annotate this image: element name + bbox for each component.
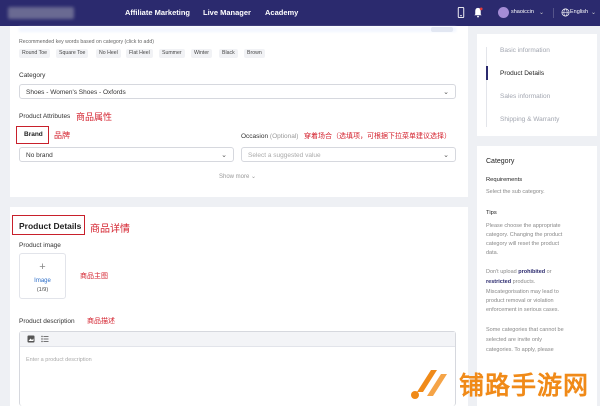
- tips-label: Tips: [486, 210, 497, 216]
- chevron-down-icon: ⌄: [443, 152, 449, 159]
- upload-label: Image: [34, 278, 51, 284]
- requirements-label: Requirements: [486, 177, 523, 183]
- keyword-chip[interactable]: Black: [219, 49, 238, 58]
- blurred-logo: [8, 7, 74, 19]
- product-description-label: Product description: [19, 318, 75, 325]
- tip-line: Miscategorisation may lead to: [486, 289, 559, 295]
- keyword-chip[interactable]: Summer: [159, 49, 185, 58]
- annotation-brand: 品牌: [54, 131, 70, 140]
- cropped-input-edge: [19, 27, 456, 32]
- language-selector[interactable]: English: [570, 9, 588, 15]
- list-icon[interactable]: [41, 335, 49, 343]
- top-navigation-bar: Affiliate Marketing Live Manager Academy…: [0, 0, 600, 26]
- user-avatar[interactable]: [498, 7, 509, 18]
- category-select[interactable]: Shoes - Women's Shoes - Oxfords ⌄: [19, 84, 456, 99]
- category-value: Shoes - Women's Shoes - Oxfords: [26, 89, 126, 96]
- keyword-chip[interactable]: Brown: [244, 49, 265, 58]
- image-upload-slot[interactable]: + Image (1/9): [19, 253, 66, 299]
- product-attributes-label: Product Attributes: [19, 113, 71, 120]
- annotation-product-details: 商品详情: [90, 224, 130, 235]
- tip-line: selected are invite only: [486, 337, 542, 343]
- watermark-text: 铺路手游网: [459, 372, 590, 400]
- keyword-chip[interactable]: Flat Heel: [126, 49, 153, 58]
- description-placeholder: Enter a product description: [26, 357, 92, 363]
- requirements-text: Select the sub category.: [486, 189, 545, 195]
- tip-line: enforcement in serious cases.: [486, 307, 560, 313]
- tip-line: Some categories that cannot be: [486, 327, 564, 333]
- keywords-hint: Recommended key words based on category …: [19, 39, 154, 45]
- chevron-down-icon[interactable]: ⌄: [539, 9, 544, 16]
- tip-line: category. Changing the product: [486, 232, 563, 238]
- annotation-occasion: 穿着场合（选填项，可根据下拉菜单建议选择）: [304, 133, 451, 140]
- tip-line: categories. To apply, please: [486, 347, 554, 353]
- upload-count: (1/9): [36, 287, 49, 293]
- bell-icon[interactable]: [473, 7, 483, 18]
- phone-icon[interactable]: [456, 7, 466, 18]
- cropped-tag: [431, 27, 453, 32]
- side-nav-shipping-warranty[interactable]: Shipping & Warranty: [500, 116, 559, 123]
- nav-live-manager[interactable]: Live Manager: [203, 8, 251, 17]
- annotation-main-image: 商品主图: [80, 273, 108, 280]
- chevron-down-icon[interactable]: ⌄: [591, 9, 596, 16]
- brand-label: Brand: [24, 131, 43, 138]
- side-nav-sales-information[interactable]: Sales information: [500, 93, 550, 100]
- nav-active-indicator: [486, 66, 488, 80]
- tip-line: restricted products.: [486, 279, 536, 285]
- plus-icon: +: [39, 261, 46, 273]
- annotation-description: 商品描述: [87, 318, 115, 325]
- tips-panel-title: Category: [486, 158, 515, 165]
- section-title: Product Details: [19, 221, 82, 231]
- show-more-link[interactable]: Show more ⌄: [219, 173, 256, 180]
- tip-line: data.: [486, 250, 499, 256]
- annotation-product-attributes: 商品属性: [76, 112, 113, 122]
- keyword-chip[interactable]: No Heel: [96, 49, 121, 58]
- keyword-chip[interactable]: Winter: [191, 49, 212, 58]
- editor-toolbar: [20, 332, 455, 347]
- restricted-link[interactable]: restricted: [486, 279, 511, 285]
- tip-line: product removal or violation: [486, 298, 554, 304]
- prohibited-link[interactable]: prohibited: [518, 269, 545, 275]
- occasion-select[interactable]: Select a suggested value ⌄: [241, 147, 456, 162]
- chevron-down-icon: ⌄: [443, 89, 449, 96]
- occasion-label: Occasion (Optional): [241, 133, 299, 140]
- brand-select[interactable]: No brand ⌄: [19, 147, 234, 162]
- category-label: Category: [19, 72, 46, 79]
- keyword-chip[interactable]: Square Toe: [56, 49, 89, 58]
- image-icon[interactable]: [27, 335, 35, 343]
- occasion-placeholder: Select a suggested value: [248, 152, 321, 159]
- side-nav-product-details[interactable]: Product Details: [500, 70, 544, 77]
- chevron-down-icon: ⌄: [221, 152, 227, 159]
- nav-academy[interactable]: Academy: [265, 8, 298, 17]
- brand-value: No brand: [26, 152, 53, 159]
- side-nav-basic-information[interactable]: Basic information: [500, 47, 550, 54]
- nav-track: [486, 47, 487, 127]
- watermark-logo: [411, 370, 447, 399]
- keyword-chip[interactable]: Round Toe: [19, 49, 50, 58]
- product-image-label: Product image: [19, 242, 61, 249]
- divider: [553, 8, 554, 18]
- nav-affiliate-marketing[interactable]: Affiliate Marketing: [125, 8, 190, 17]
- tip-line: Please choose the appropriate: [486, 223, 561, 229]
- tip-line: category will reset the product: [486, 241, 560, 247]
- tip-line: Don't upload prohibited or: [486, 269, 552, 275]
- description-editor[interactable]: Enter a product description: [19, 331, 456, 406]
- globe-icon[interactable]: [561, 8, 570, 17]
- user-name[interactable]: shaoiccin: [511, 9, 534, 15]
